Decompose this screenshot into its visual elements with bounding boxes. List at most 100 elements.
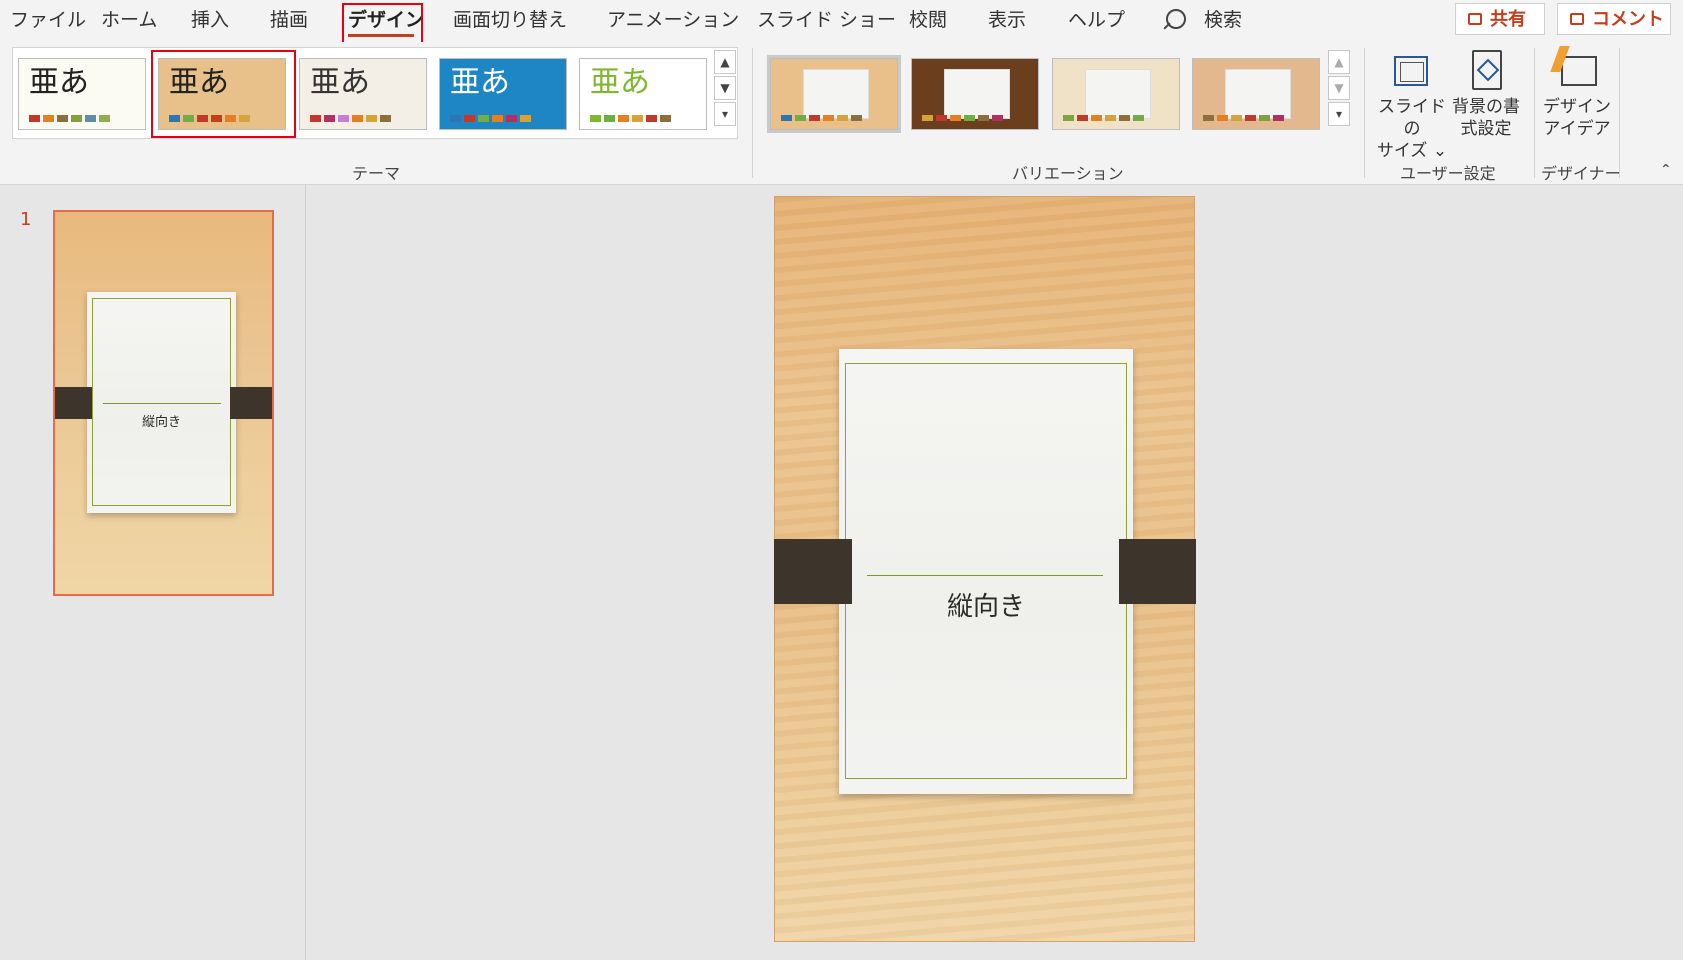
color-swatch	[85, 115, 96, 122]
tab-draw[interactable]: 描画	[270, 6, 308, 34]
color-swatch	[366, 115, 377, 122]
color-swatch	[1245, 115, 1256, 121]
share-icon	[1468, 13, 1482, 25]
color-swatch	[352, 115, 363, 122]
group-separator	[1364, 48, 1365, 178]
share-label: 共有	[1490, 9, 1526, 30]
color-swatch	[169, 115, 180, 122]
color-swatch	[197, 115, 208, 122]
color-swatch	[922, 115, 933, 121]
tab-home[interactable]: ホーム	[101, 6, 157, 34]
color-swatch	[225, 115, 236, 122]
menu-bar: ファイル ホーム 挿入 描画 デザイン 画面切り替え アニメーション スライド …	[0, 0, 1683, 45]
variation-swatches	[781, 115, 865, 121]
variation-thumb-1[interactable]	[767, 55, 901, 133]
color-swatch	[239, 115, 250, 122]
color-swatch	[823, 115, 834, 121]
thumb-title: 縦向き	[141, 415, 181, 430]
search-label[interactable]: 検索	[1204, 6, 1242, 34]
color-swatch	[618, 115, 629, 122]
group-separator	[1619, 48, 1620, 178]
variation-thumb-4[interactable]	[1192, 58, 1320, 130]
tab-help[interactable]: ヘルプ	[1068, 6, 1125, 34]
color-swatch	[29, 115, 40, 122]
variations-group-label: バリエーション	[1012, 164, 1124, 183]
background-format-button[interactable]: 背景の書 式設定	[1450, 48, 1522, 140]
color-swatch	[71, 115, 82, 122]
variation-swatches	[1063, 115, 1147, 121]
themes-more-button[interactable]: ▾	[714, 102, 736, 126]
tab-slideshow[interactable]: スライド ショー	[757, 6, 896, 34]
thumb-tape-right	[230, 387, 272, 419]
theme-thumb-3[interactable]: 亜あ	[299, 58, 427, 130]
thumb-title-line	[103, 403, 221, 404]
variations-scroll-down[interactable]: ▼	[1328, 76, 1350, 100]
color-swatch	[1273, 115, 1284, 121]
theme-thumb-1[interactable]: 亜あ	[18, 58, 146, 130]
designer-group-label: デザイナー	[1541, 164, 1621, 183]
variation-card	[1085, 69, 1151, 119]
tab-view[interactable]: 表示	[988, 6, 1026, 34]
tab-file[interactable]: ファイル	[10, 6, 86, 34]
color-swatch	[99, 115, 110, 122]
slide-size-label-1: スライドの	[1378, 97, 1446, 139]
color-swatch	[183, 115, 194, 122]
slide-size-icon	[1394, 56, 1428, 86]
collapse-ribbon-icon[interactable]: ⌃	[1660, 162, 1672, 178]
variation-thumb-2[interactable]	[911, 58, 1039, 130]
theme-thumb-5[interactable]: 亜あ	[579, 58, 707, 130]
share-button[interactable]: 共有	[1455, 3, 1545, 35]
user-settings-group-label: ユーザー設定	[1400, 164, 1496, 183]
design-ideas-label-2: アイデア	[1543, 119, 1611, 139]
design-ideas-button[interactable]: デザイン アイデア	[1541, 48, 1613, 140]
variations-scroll-up[interactable]: ▲	[1328, 50, 1350, 74]
slide-thumbnail-1[interactable]: 縦向き	[53, 210, 274, 596]
color-swatch	[1217, 115, 1228, 121]
themes-scroll-up[interactable]: ▲	[714, 50, 736, 74]
tab-transitions[interactable]: 画面切り替え	[453, 6, 567, 34]
color-swatch	[795, 115, 806, 121]
theme-swatches	[590, 115, 674, 122]
color-swatch	[380, 115, 391, 122]
color-swatch	[1231, 115, 1242, 121]
tab-insert[interactable]: 挿入	[191, 6, 229, 34]
design-ideas-icon	[1561, 56, 1597, 86]
slide-canvas[interactable]: 縦向き	[774, 196, 1196, 942]
theme-thumb-glyph: 亜あ	[450, 65, 510, 100]
comment-label: コメント	[1592, 9, 1664, 30]
theme-swatches	[450, 115, 534, 122]
color-swatch	[450, 115, 461, 122]
variation-thumb-3[interactable]	[1052, 58, 1180, 130]
color-swatch	[809, 115, 820, 121]
background-format-icon	[1472, 50, 1502, 90]
color-swatch	[1105, 115, 1116, 121]
theme-thumb-4[interactable]: 亜あ	[439, 58, 567, 130]
theme-thumb-2[interactable]: 亜あ	[158, 58, 286, 130]
tab-design[interactable]: デザイン	[348, 6, 424, 34]
variation-swatches	[1203, 115, 1287, 121]
theme-thumb-glyph: 亜あ	[310, 65, 370, 100]
variation-card	[1225, 69, 1291, 119]
slide-size-button[interactable]: スライドの サイズ ⌄	[1376, 48, 1448, 162]
tab-animations[interactable]: アニメーション	[607, 6, 739, 34]
color-swatch	[1077, 115, 1088, 121]
search-icon[interactable]	[1166, 9, 1186, 29]
color-swatch	[57, 115, 68, 122]
variations-more-button[interactable]: ▾	[1328, 102, 1350, 126]
color-swatch	[1203, 115, 1214, 121]
tab-review[interactable]: 校閲	[909, 6, 947, 34]
slide-size-icon-wrap	[1390, 48, 1434, 96]
theme-swatches	[310, 115, 394, 122]
theme-swatches	[169, 115, 253, 122]
background-format-icon-wrap	[1464, 48, 1508, 96]
slide-number: 1	[20, 209, 32, 230]
color-swatch	[1091, 115, 1102, 121]
color-swatch	[964, 115, 975, 121]
group-separator	[752, 48, 753, 178]
themes-group-label: テーマ	[352, 164, 401, 183]
slide-title[interactable]: 縦向き	[845, 586, 1127, 623]
comment-button[interactable]: コメント	[1557, 3, 1671, 35]
slide-tape-right	[1119, 539, 1196, 604]
color-swatch	[310, 115, 321, 122]
themes-scroll-down[interactable]: ▼	[714, 76, 736, 100]
